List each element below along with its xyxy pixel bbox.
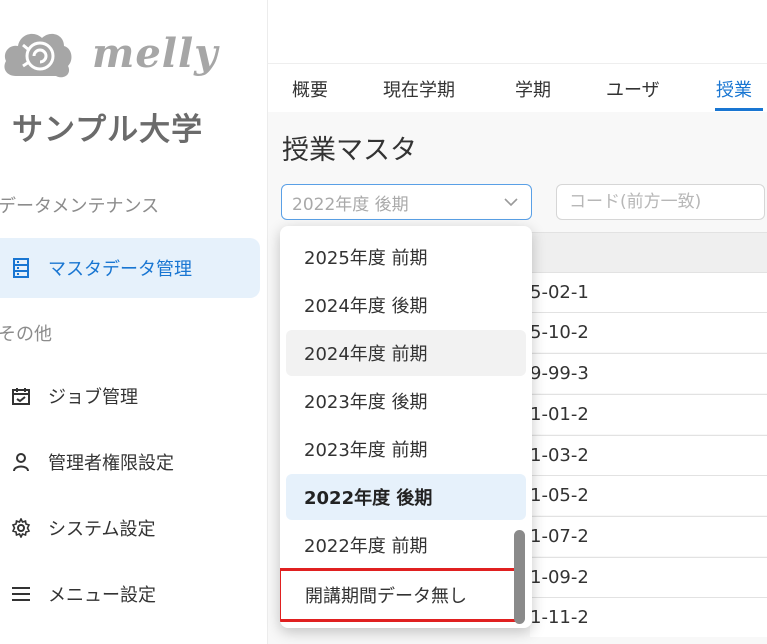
term-option[interactable]: 2024年度 後期 bbox=[286, 282, 526, 328]
dropdown-scrollbar[interactable] bbox=[514, 530, 525, 624]
row-code: 1-03-2 bbox=[530, 445, 589, 466]
tab-overview[interactable]: 概要 bbox=[292, 76, 328, 102]
tab-classes[interactable]: 授業 bbox=[716, 76, 752, 102]
table-row[interactable]: 1-05-2 bbox=[530, 475, 767, 515]
term-option[interactable]: 2023年度 前期 bbox=[286, 426, 526, 472]
row-code: 1-05-2 bbox=[530, 485, 589, 506]
tab-users[interactable]: ユーザ bbox=[606, 76, 660, 102]
tab-terms[interactable]: 学期 bbox=[515, 76, 551, 102]
chevron-down-icon bbox=[503, 194, 519, 215]
sidebar-item-job[interactable]: ジョブ管理 bbox=[0, 366, 260, 426]
term-option[interactable]: 2022年度 前期 bbox=[286, 522, 526, 568]
person-icon bbox=[10, 451, 32, 473]
table-row[interactable]: 1-07-2 bbox=[530, 516, 767, 556]
table-row[interactable]: 1-09-2 bbox=[530, 557, 767, 597]
table-header bbox=[530, 232, 767, 272]
row-code: 1-01-2 bbox=[530, 404, 589, 425]
page-title: 授業マスタ bbox=[282, 135, 417, 166]
term-option-no-data[interactable]: 開講期間データ無し bbox=[280, 568, 518, 622]
table-row[interactable]: 5-02-1 bbox=[530, 272, 767, 312]
tab-active-indicator bbox=[715, 108, 763, 111]
sidebar-item-label: ジョブ管理 bbox=[48, 387, 138, 408]
term-option[interactable]: 2025年度 前期 bbox=[286, 234, 526, 280]
term-option[interactable]: 2023年度 後期 bbox=[286, 378, 526, 424]
logo-text: melly bbox=[92, 30, 219, 77]
term-select-value: 2022年度 後期 bbox=[292, 194, 409, 215]
sidebar-item-master-data[interactable]: マスタデータ管理 bbox=[0, 238, 260, 298]
calendar-check-icon bbox=[10, 385, 32, 407]
row-code: 5-10-2 bbox=[530, 322, 589, 343]
sidebar-item-label: マスタデータ管理 bbox=[48, 259, 192, 280]
term-option-hovered[interactable]: 2024年度 前期 bbox=[286, 330, 526, 376]
sidebar-item-system-settings[interactable]: システム設定 bbox=[0, 498, 260, 558]
tab-current-term[interactable]: 現在学期 bbox=[383, 76, 455, 102]
row-code: 1-09-2 bbox=[530, 567, 589, 588]
row-code: 5-02-1 bbox=[530, 282, 589, 303]
code-search-input[interactable] bbox=[556, 184, 765, 220]
table-row[interactable]: 9-99-3 bbox=[530, 353, 767, 393]
table-row[interactable]: 1-03-2 bbox=[530, 435, 767, 475]
table-row[interactable]: 1-01-2 bbox=[530, 394, 767, 434]
term-select[interactable]: 2022年度 後期 bbox=[281, 184, 532, 220]
term-option-selected[interactable]: 2022年度 後期 bbox=[286, 474, 526, 520]
sidebar-item-label: 管理者権限設定 bbox=[48, 453, 174, 474]
sidebar: melly サンプル大学 データメンテナンス マスタデータ管理 その他 ジョブ管… bbox=[0, 0, 268, 644]
logo-cloud-icon bbox=[4, 33, 72, 78]
logo: melly bbox=[0, 22, 268, 92]
sidebar-item-label: システム設定 bbox=[48, 519, 156, 540]
top-bar bbox=[268, 0, 767, 64]
row-code: 1-07-2 bbox=[530, 526, 589, 547]
table-row[interactable]: 1-11-2 bbox=[530, 597, 767, 637]
sidebar-item-menu-settings[interactable]: メニュー設定 bbox=[0, 564, 260, 624]
university-name: サンプル大学 bbox=[12, 112, 204, 148]
menu-icon bbox=[10, 583, 32, 605]
term-dropdown-menu: 2025年度 前期 2024年度 後期 2024年度 前期 2023年度 後期 … bbox=[280, 226, 532, 628]
row-code: 9-99-3 bbox=[530, 363, 589, 384]
section-data-maintenance: データメンテナンス bbox=[0, 196, 160, 217]
sidebar-item-admin-permissions[interactable]: 管理者権限設定 bbox=[0, 432, 260, 492]
sidebar-item-label: メニュー設定 bbox=[48, 585, 156, 606]
table-row[interactable]: 5-10-2 bbox=[530, 312, 767, 352]
section-other: その他 bbox=[0, 324, 52, 345]
gear-icon bbox=[10, 517, 32, 539]
database-icon bbox=[10, 257, 32, 279]
row-code: 1-11-2 bbox=[530, 607, 589, 628]
